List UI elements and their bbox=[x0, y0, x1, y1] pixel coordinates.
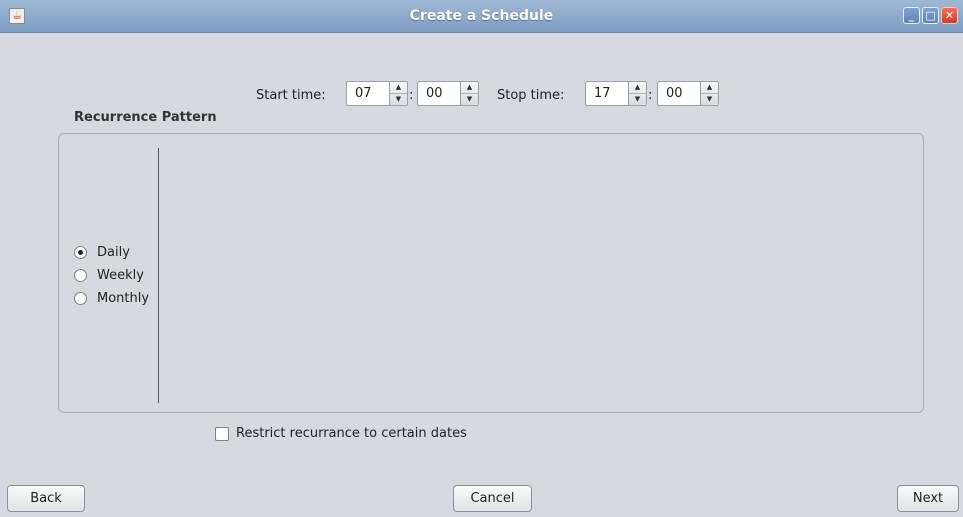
stop-hour-arrows[interactable]: ▲ ▼ bbox=[628, 82, 646, 105]
spinner-down-icon[interactable]: ▼ bbox=[701, 94, 718, 105]
start-minute-value[interactable]: 00 bbox=[418, 82, 443, 105]
radio-button[interactable] bbox=[74, 269, 87, 282]
radio-button-selected[interactable] bbox=[74, 246, 87, 259]
radio-button[interactable] bbox=[74, 292, 87, 305]
stop-minute-value[interactable]: 00 bbox=[658, 82, 683, 105]
back-button[interactable]: Back bbox=[7, 485, 85, 512]
stop-minute-spinner[interactable]: 00 ▲ ▼ bbox=[657, 81, 719, 106]
recurrence-pattern-panel bbox=[58, 133, 924, 413]
minimize-button[interactable]: _ bbox=[903, 7, 920, 24]
recurrence-pattern-label: Recurrence Pattern bbox=[74, 110, 217, 125]
spinner-up-icon[interactable]: ▲ bbox=[461, 82, 478, 94]
cancel-button[interactable]: Cancel bbox=[453, 485, 532, 512]
start-time-label: Start time: bbox=[256, 88, 326, 103]
spinner-up-icon[interactable]: ▲ bbox=[629, 82, 646, 94]
time-separator: : bbox=[409, 88, 414, 103]
close-button[interactable]: ✕ bbox=[941, 7, 958, 24]
spinner-down-icon[interactable]: ▼ bbox=[461, 94, 478, 105]
stop-time-label: Stop time: bbox=[497, 88, 565, 103]
stop-hour-value[interactable]: 17 bbox=[586, 82, 611, 105]
start-minute-spinner[interactable]: 00 ▲ ▼ bbox=[417, 81, 479, 106]
next-button[interactable]: Next bbox=[897, 485, 959, 512]
start-hour-arrows[interactable]: ▲ ▼ bbox=[389, 82, 407, 105]
stop-minute-arrows[interactable]: ▲ ▼ bbox=[700, 82, 718, 105]
title-bar[interactable]: ☕ Create a Schedule _ □ ✕ bbox=[0, 0, 963, 33]
recurrence-divider bbox=[158, 148, 159, 403]
start-minute-arrows[interactable]: ▲ ▼ bbox=[460, 82, 478, 105]
start-hour-spinner[interactable]: 07 ▲ ▼ bbox=[346, 81, 408, 106]
restrict-dates-label[interactable]: Restrict recurrance to certain dates bbox=[236, 424, 467, 444]
spinner-down-icon[interactable]: ▼ bbox=[390, 94, 407, 105]
spinner-up-icon[interactable]: ▲ bbox=[701, 82, 718, 94]
spinner-down-icon[interactable]: ▼ bbox=[629, 94, 646, 105]
spinner-up-icon[interactable]: ▲ bbox=[390, 82, 407, 94]
radio-monthly-label[interactable]: Monthly bbox=[97, 289, 149, 309]
stop-hour-spinner[interactable]: 17 ▲ ▼ bbox=[585, 81, 647, 106]
maximize-button[interactable]: □ bbox=[922, 7, 939, 24]
window-title: Create a Schedule bbox=[409, 8, 554, 24]
time-separator: : bbox=[648, 88, 653, 103]
radio-daily-label[interactable]: Daily bbox=[97, 243, 130, 263]
start-hour-value[interactable]: 07 bbox=[347, 82, 372, 105]
restrict-dates-checkbox[interactable] bbox=[215, 427, 229, 441]
radio-weekly-label[interactable]: Weekly bbox=[97, 266, 144, 286]
